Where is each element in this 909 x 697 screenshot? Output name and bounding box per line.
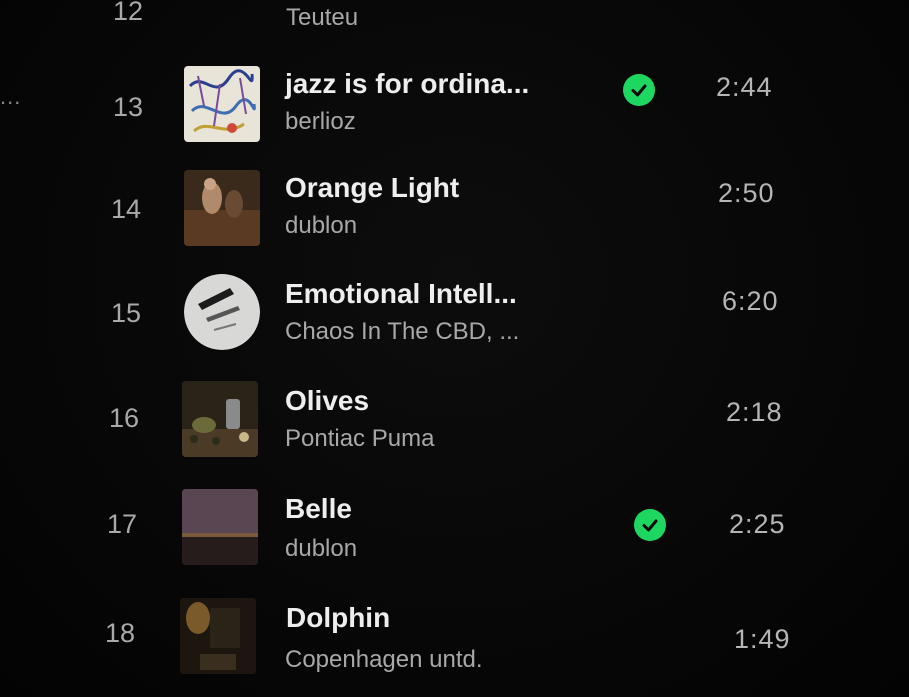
track-duration: 6:20 bbox=[722, 286, 779, 316]
track-title[interactable]: Emotional Intell... bbox=[285, 278, 517, 310]
track-number: 13 bbox=[112, 92, 144, 122]
album-art-emotional-intelligence bbox=[184, 274, 260, 350]
track-duration: 2:18 bbox=[726, 397, 783, 427]
liked-check-icon[interactable] bbox=[623, 74, 655, 106]
track-artist[interactable]: Teuteu bbox=[286, 4, 358, 32]
album-art-image bbox=[184, 66, 260, 142]
track-duration: 2:50 bbox=[718, 178, 775, 208]
album-art-orange-light bbox=[184, 170, 260, 246]
track-duration: 2:25 bbox=[729, 509, 786, 539]
checkmark-icon bbox=[631, 84, 647, 97]
track-artist[interactable]: dublon bbox=[285, 212, 357, 240]
track-artist[interactable]: Pontiac Puma bbox=[285, 425, 434, 453]
track-number: 17 bbox=[106, 509, 138, 539]
liked-check-icon[interactable] bbox=[634, 509, 666, 541]
album-art-berlioz bbox=[184, 66, 260, 142]
track-title[interactable]: Dolphin bbox=[286, 602, 390, 634]
track-number: 12 bbox=[112, 0, 144, 26]
tracklist-screen: ... 12 Teuteu 13 jazz is for ordina... b… bbox=[0, 0, 909, 697]
track-number: 16 bbox=[108, 403, 140, 433]
album-art-image bbox=[184, 274, 260, 350]
album-art-image bbox=[182, 381, 258, 457]
album-art-image bbox=[180, 598, 256, 674]
album-art-image bbox=[182, 489, 258, 565]
track-title[interactable]: Belle bbox=[285, 493, 352, 525]
track-row-17[interactable]: 17 Belle dublon 2:25 bbox=[0, 483, 909, 583]
track-number: 18 bbox=[104, 618, 136, 648]
track-artist[interactable]: berlioz bbox=[285, 108, 356, 136]
checkmark-icon bbox=[642, 519, 658, 532]
track-title[interactable]: Olives bbox=[285, 385, 369, 417]
track-row-18[interactable]: 18 Dolphin Copenhagen untd. 1:49 bbox=[0, 592, 909, 692]
track-row-13[interactable]: 13 jazz is for ordina... berlioz 2:44 bbox=[0, 56, 909, 156]
track-artist[interactable]: Copenhagen untd. bbox=[285, 646, 483, 674]
track-artist[interactable]: Chaos In The CBD, ... bbox=[285, 318, 519, 346]
track-row-14[interactable]: 14 Orange Light dublon 2:50 bbox=[0, 160, 909, 260]
album-art-dolphin bbox=[180, 598, 256, 674]
track-row-16[interactable]: 16 Olives Pontiac Puma 2:18 bbox=[0, 375, 909, 475]
track-number: 15 bbox=[110, 298, 142, 328]
track-number: 14 bbox=[110, 194, 142, 224]
track-duration: 1:49 bbox=[734, 624, 791, 654]
album-art-olives bbox=[182, 381, 258, 457]
track-row-15[interactable]: 15 Emotional Intell... Chaos In The CBD,… bbox=[0, 268, 909, 368]
album-art-belle bbox=[182, 489, 258, 565]
track-artist[interactable]: dublon bbox=[285, 535, 357, 563]
track-row-12[interactable]: 12 Teuteu bbox=[0, 0, 909, 60]
track-duration: 2:44 bbox=[716, 72, 773, 102]
album-art-image bbox=[184, 170, 260, 246]
track-title[interactable]: jazz is for ordina... bbox=[285, 68, 529, 100]
track-title[interactable]: Orange Light bbox=[285, 172, 459, 204]
